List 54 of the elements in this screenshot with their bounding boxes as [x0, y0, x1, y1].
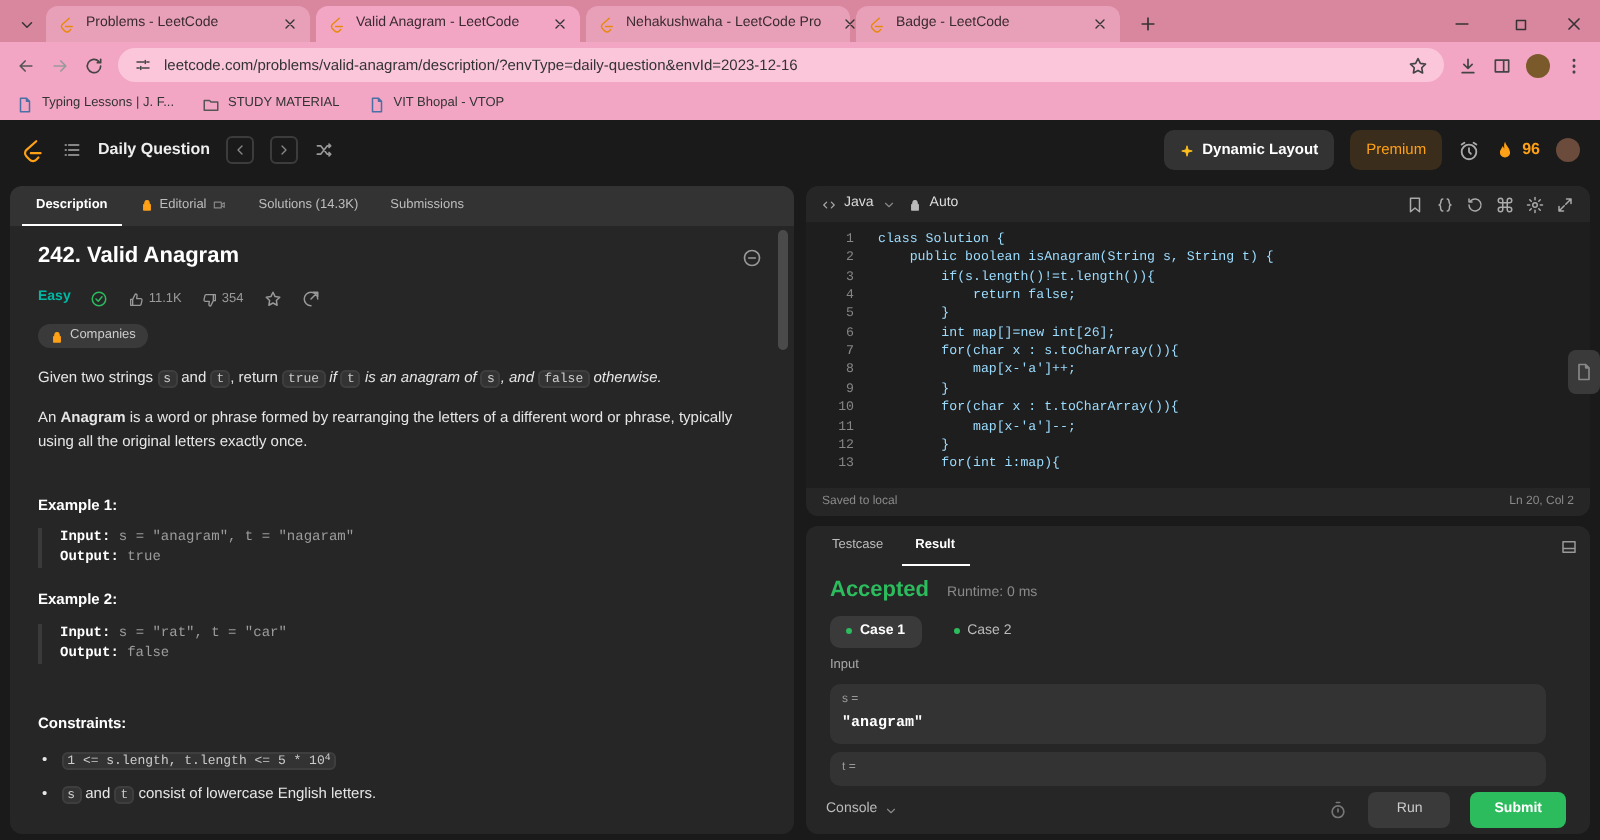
verdict-text: Accepted: [830, 576, 930, 606]
side-panel-icon[interactable]: [1492, 55, 1512, 75]
logo-icon[interactable]: [20, 137, 46, 163]
close-icon[interactable]: [1092, 16, 1108, 32]
chevron-down-icon: [883, 803, 898, 817]
close-icon[interactable]: [282, 16, 298, 32]
shuffle-icon[interactable]: [314, 140, 335, 160]
settings-icon[interactable]: [1526, 195, 1544, 213]
page-icon: [16, 95, 34, 113]
share-icon[interactable]: [301, 290, 320, 309]
code-icon: [822, 197, 836, 211]
reset-icon[interactable]: [1466, 195, 1484, 213]
new-tab-icon[interactable]: [1138, 14, 1158, 34]
close-icon[interactable]: [841, 16, 858, 32]
timer-icon[interactable]: [1328, 800, 1349, 820]
maximize-icon[interactable]: [1512, 16, 1530, 34]
list-icon[interactable]: [62, 140, 82, 160]
profile-avatar[interactable]: [1526, 53, 1550, 77]
back-icon[interactable]: [16, 55, 36, 75]
thumbs-down-icon: [201, 291, 218, 308]
star-icon[interactable]: [263, 290, 282, 309]
close-icon[interactable]: [1564, 14, 1584, 34]
favicon-icon: [868, 15, 886, 33]
notes-button[interactable]: [1568, 350, 1600, 394]
page-icon: [367, 95, 386, 113]
sparkle-icon: [1180, 143, 1195, 157]
panel-icon[interactable]: [1560, 537, 1578, 555]
alarm-icon[interactable]: [1458, 139, 1481, 161]
favicon-icon: [328, 15, 346, 33]
scrollbar[interactable]: [778, 230, 788, 350]
chevron-down-icon: [881, 197, 896, 211]
flame-icon: [1496, 141, 1515, 159]
info-icon[interactable]: [742, 247, 762, 268]
file-icon: [1574, 362, 1594, 382]
favicon-icon: [598, 15, 616, 33]
download-icon[interactable]: [1458, 55, 1478, 75]
site-settings-icon[interactable]: [134, 56, 152, 74]
video-icon: [212, 198, 227, 212]
streak-count: 96: [1522, 138, 1540, 162]
lock-icon: [50, 329, 64, 344]
bookmark-star-icon[interactable]: [1408, 55, 1428, 75]
problem-title: 242. Valid Anagram: [38, 244, 239, 271]
page-title[interactable]: Daily Question: [98, 138, 211, 162]
lock-icon: [139, 198, 154, 212]
fullscreen-icon[interactable]: [1556, 195, 1574, 213]
bookmark-icon[interactable]: [1406, 195, 1424, 213]
braces-icon[interactable]: [1436, 195, 1454, 213]
thumbs-up-icon: [128, 291, 145, 308]
favicon-icon: [58, 15, 76, 33]
folder-icon: [202, 95, 220, 113]
lock-icon: [907, 197, 922, 211]
shortcut-icon[interactable]: [1496, 195, 1514, 213]
reload-icon[interactable]: [84, 55, 104, 75]
close-icon[interactable]: [552, 16, 568, 32]
